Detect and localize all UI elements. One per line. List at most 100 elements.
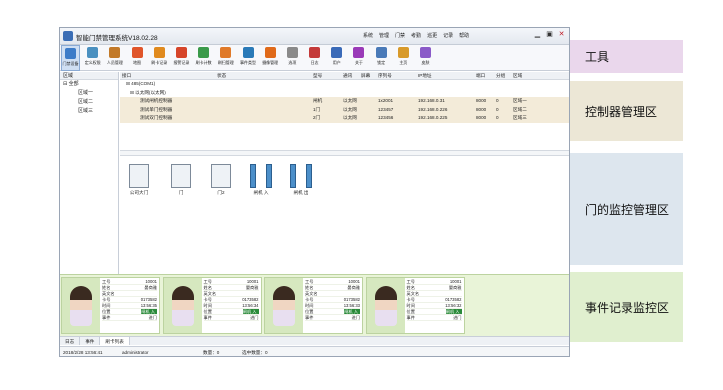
menu-manage[interactable]: 管理 (379, 32, 389, 39)
toolbar-label: 摄像管理 (262, 60, 279, 65)
avatar (163, 278, 202, 333)
menu-patrol[interactable]: 巡更 (427, 32, 437, 39)
minimize-icon[interactable]: ▁ (533, 30, 542, 40)
col-model[interactable]: 型号 (311, 72, 341, 79)
toolbar-button[interactable]: 报警记录 (172, 45, 191, 71)
door-icon (129, 164, 149, 188)
table-row[interactable]: 测试双门控制器 2门 以太网 123456 192.168.0.225 8000 0 区域三 (120, 114, 569, 123)
toolbar-button[interactable]: 摄像管理 (261, 45, 280, 71)
toolbar-button[interactable]: 用户 (327, 45, 346, 71)
turnstile-in[interactable]: 闸机 入 (248, 164, 274, 196)
toolbar-label: 选项 (288, 60, 297, 65)
toolbar-button[interactable]: 锁定 (372, 45, 391, 71)
status-bar: 2018/2/28 13:56:41 administrator 数量：0 选中… (60, 346, 569, 356)
toolbar-label: 关于 (354, 60, 363, 65)
toolbar-button[interactable]: 门禁设备 (61, 45, 80, 71)
door-1[interactable]: 门 (168, 164, 194, 196)
toolbar-icon (153, 47, 165, 58)
toolbar-button[interactable]: 刷扫管理 (216, 45, 235, 71)
event-record-panel: 工号 10001 姓名 晏商雅 英文名 卡号 0173582 时间 13:56:35 位置 闸机 入… (60, 274, 569, 336)
record-field-value: 0173582 (445, 297, 462, 302)
tab-events[interactable]: 事件 (80, 337, 101, 345)
record-field-value: 晏商雅 (245, 285, 259, 290)
record-field-value: 进门 (250, 315, 259, 320)
record-field-value: 0173582 (343, 297, 360, 302)
record-field-label: 姓名 (406, 285, 415, 290)
tree-item-area1[interactable]: 区域一 (60, 89, 118, 98)
record-field-value: 晏商雅 (144, 285, 157, 290)
close-icon[interactable]: ✕ (557, 30, 566, 40)
tree-item-area3[interactable]: 区域三 (60, 107, 118, 116)
table-row[interactable]: 测试单门控制器 1门 以太网 123457 192.168.0.226 8000 0 区域二 (120, 105, 569, 115)
cell-comm: 以太网 (343, 98, 357, 104)
door-label: 公司大门 (129, 190, 149, 195)
toolbar-icon (375, 47, 387, 58)
toolbar-button[interactable]: 主页 (394, 45, 413, 71)
col-interface[interactable]: 接口 (120, 72, 215, 79)
record-field-event: 事件 进门 (203, 315, 259, 321)
toolbar-button[interactable]: 事件类型 (239, 45, 258, 71)
toolbar-button[interactable]: 地图 (128, 45, 147, 71)
record-field-value: 13:56:33 (343, 303, 360, 308)
record-field-event: 事件 进门 (305, 315, 360, 321)
toolbar-icon (220, 47, 232, 58)
toolbar-button[interactable]: 关于 (349, 45, 368, 71)
record-card[interactable]: 工号 10001 姓名 晏商雅 英文名 卡号 0173582 时间 13:56:32 位置 闸机 入… (365, 277, 465, 334)
toolbar-button[interactable]: 日志 (305, 45, 324, 71)
col-port[interactable]: 端口 (474, 72, 494, 79)
splitter[interactable] (120, 150, 569, 156)
group-row-ethernet[interactable]: ⊟ 以太网(以太网) (120, 89, 569, 98)
col-ip[interactable]: IP地址 (416, 72, 474, 79)
cell-model: 1门 (313, 106, 321, 112)
group-row-com[interactable]: ⊟ 485(COM1) (120, 80, 569, 89)
cell-port: 8000 (476, 98, 487, 104)
tab-swipe-list[interactable]: 刷卡列表 (100, 337, 130, 345)
table-row[interactable]: 测试闸机控制器 闸机 以太网 1x2001 192.168.0.31 8000 0 区域一 (120, 97, 569, 106)
tree-root[interactable]: ⊟ 全部 (60, 80, 118, 89)
record-field-label: 事件 (102, 315, 111, 320)
col-comm[interactable]: 通讯 (341, 72, 359, 79)
toolbar-button[interactable]: 刷卡记录 (150, 45, 169, 71)
cell-serial: 123456 (378, 115, 394, 121)
col-status[interactable]: 状态 (215, 72, 311, 79)
toolbar-label: 用户 (332, 60, 341, 65)
toolbar-button[interactable]: 刷卡计数 (194, 45, 213, 71)
menu-access[interactable]: 门禁 (395, 32, 405, 39)
col-serial[interactable]: 序列号 (376, 72, 416, 79)
door-company-gate[interactable]: 公司大门 (126, 164, 152, 196)
col-area[interactable]: 区域 (511, 72, 551, 79)
menu-system[interactable]: 系统 (363, 32, 373, 39)
cell-interface: 测试闸机控制器 (140, 98, 173, 104)
tree-item-area2[interactable]: 区域二 (60, 98, 118, 107)
record-card[interactable]: 工号 10001 姓名 晏商雅 英文名 卡号 0173582 时间 13:56:33 位置 闸机 入… (264, 277, 363, 334)
menu-records[interactable]: 记录 (443, 32, 453, 39)
record-field-value: 13:56:35 (140, 303, 157, 308)
toolbar-button[interactable]: 人员管理 (105, 45, 124, 71)
record-card[interactable]: 工号 10001 姓名 晏商雅 英文名 卡号 0173582 时间 13:56:35 位置 闸机 入… (61, 277, 160, 334)
maximize-icon[interactable]: ▣ (545, 30, 554, 40)
menu-help[interactable]: 帮助 (459, 32, 469, 39)
record-field-value: 10001 (348, 279, 360, 284)
toolbar-button[interactable]: 定义权限 (83, 45, 102, 71)
record-field-value: 闸机 入 (141, 309, 157, 314)
menu-attendance[interactable]: 考勤 (411, 32, 421, 39)
door-2[interactable]: 门2 (208, 164, 234, 196)
cell-port: 8000 (476, 106, 487, 112)
tab-log[interactable]: 日志 (60, 337, 81, 345)
col-group[interactable]: 分组 (494, 72, 511, 79)
toolbar-button[interactable]: 选项 (283, 45, 302, 71)
record-field-value: 10001 (449, 279, 462, 284)
group-label: ⊟ 485(COM1) (126, 81, 156, 86)
record-card[interactable]: 工号 10001 姓名 晏商雅 英文名 卡号 0173582 时间 13:56:34 位置 闸机 入… (162, 277, 262, 334)
record-field-label: 事件 (406, 315, 415, 320)
record-field-value: 闸机 入 (445, 309, 462, 314)
toolbar-button[interactable]: 皮肤 (416, 45, 435, 71)
toolbar-icon (109, 47, 121, 58)
col-screen[interactable]: 屏幕 (359, 72, 376, 79)
record-field-label: 时间 (102, 303, 111, 308)
toolbar-icon (175, 47, 187, 58)
turnstile-out[interactable]: 闸机 出 (288, 164, 314, 196)
toolbar-label: 报警记录 (173, 60, 190, 65)
avatar-portrait (374, 285, 397, 326)
record-field-label: 时间 (305, 303, 314, 308)
